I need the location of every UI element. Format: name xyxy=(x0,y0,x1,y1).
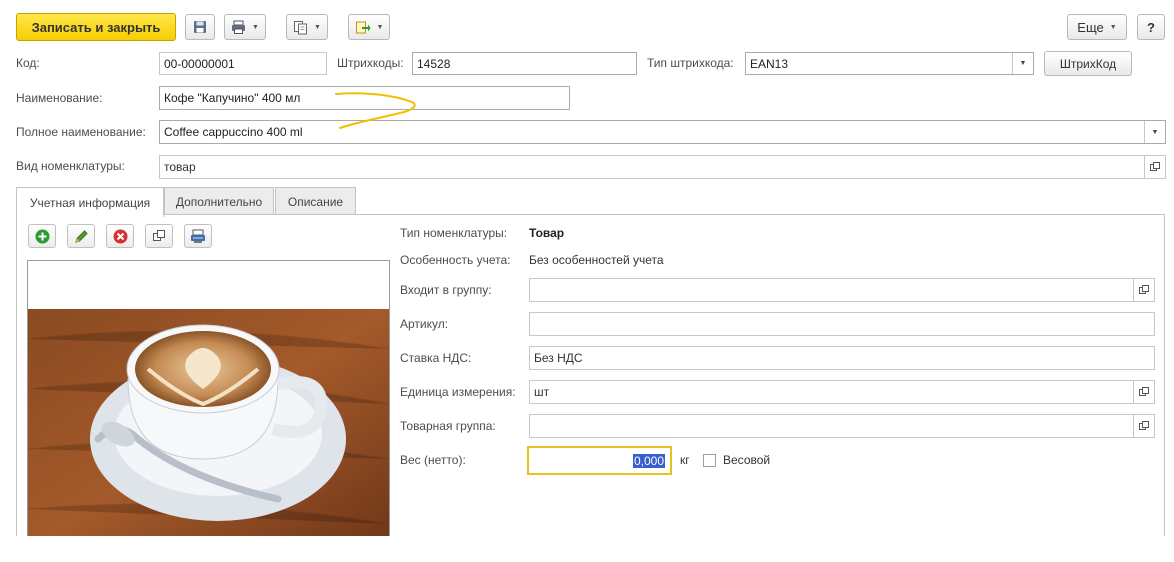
vat-field[interactable]: Без НДС xyxy=(529,346,1155,370)
weight-field[interactable]: 0,000 xyxy=(527,446,672,475)
delete-image-button[interactable] xyxy=(106,224,134,248)
vat-value: Без НДС xyxy=(534,351,583,365)
barcode-button-label: ШтрихКод xyxy=(1059,56,1117,71)
group-field[interactable] xyxy=(529,278,1155,302)
chevron-down-icon: ▼ xyxy=(314,23,321,31)
print-menu-button[interactable]: ▼ xyxy=(224,14,266,40)
save-button[interactable] xyxy=(185,14,215,40)
save-and-close-button[interactable]: Записать и закрыть xyxy=(16,13,176,41)
tab-additional[interactable]: Дополнительно xyxy=(164,187,274,215)
barcodes-label: Штрихкоды: xyxy=(337,56,404,70)
full-name-field[interactable]: Coffee cappuccino 400 ml ▼ xyxy=(159,120,1166,144)
tab-description[interactable]: Описание xyxy=(275,187,356,215)
code-field[interactable]: 00-00000001 xyxy=(159,52,327,75)
tab-label: Учетная информация xyxy=(29,195,151,210)
feature-value: Без особенностей учета xyxy=(529,253,664,267)
group-label: Входит в группу: xyxy=(400,283,492,297)
vat-label: Ставка НДС: xyxy=(400,351,472,365)
tab-accounting-info[interactable]: Учетная информация xyxy=(16,187,164,217)
scanner-icon xyxy=(191,229,205,243)
unit-field[interactable]: шт xyxy=(529,380,1155,404)
create-based-on-button[interactable]: ▼ xyxy=(286,14,328,40)
barcode-type-select[interactable]: EAN13 ▼ xyxy=(745,52,1034,75)
add-icon xyxy=(35,229,49,243)
pencil-icon xyxy=(74,229,88,243)
tab-label: Описание xyxy=(287,194,344,209)
barcode-button[interactable]: ШтрихКод xyxy=(1044,51,1132,76)
app-window: Записать и закрыть ▼ ▼ ▼ Еще ▼ ? Код: 00… xyxy=(0,0,1174,536)
chevron-down-icon: ▼ xyxy=(252,23,259,31)
chevron-down-icon: ▼ xyxy=(1109,23,1117,31)
open-icon[interactable] xyxy=(1133,381,1154,403)
help-button[interactable]: ? xyxy=(1137,14,1165,40)
save-and-close-label: Записать и закрыть xyxy=(31,19,161,35)
weight-value: 0,000 xyxy=(632,453,665,468)
dropdown-arrow-icon[interactable]: ▼ xyxy=(1012,53,1033,74)
chevron-down-icon: ▼ xyxy=(376,23,384,31)
barcodes-field[interactable]: 14528 xyxy=(412,52,637,75)
more-menu-label: Еще xyxy=(1077,19,1104,35)
barcode-type-label: Тип штрихкода: xyxy=(647,56,734,70)
weighted-label: Весовой xyxy=(723,453,771,467)
more-menu-button[interactable]: Еще ▼ xyxy=(1067,14,1127,40)
open-icon xyxy=(153,230,165,241)
add-image-button[interactable] xyxy=(28,224,56,248)
article-label: Артикул: xyxy=(400,317,449,331)
scan-image-button[interactable] xyxy=(184,224,212,248)
weight-unit: кг xyxy=(680,453,690,467)
unit-value: шт xyxy=(534,385,550,399)
code-value: 00-00000001 xyxy=(164,56,235,71)
tab-label: Дополнительно xyxy=(175,194,263,209)
product-group-field[interactable] xyxy=(529,414,1155,438)
type-value: Товар xyxy=(529,226,565,240)
open-icon[interactable] xyxy=(1133,415,1154,437)
open-icon[interactable] xyxy=(1133,279,1154,301)
product-group-label: Товарная группа: xyxy=(400,419,496,433)
barcodes-value: 14528 xyxy=(417,56,451,71)
product-photo xyxy=(28,309,389,536)
help-label: ? xyxy=(1147,19,1155,35)
kind-field[interactable]: товар xyxy=(159,155,1166,179)
kind-value: товар xyxy=(164,160,196,174)
code-label: Код: xyxy=(16,56,40,70)
name-label: Наименование: xyxy=(16,91,103,105)
documents-icon xyxy=(294,20,308,34)
delete-icon xyxy=(113,229,127,243)
type-label: Тип номенклатуры: xyxy=(400,226,508,240)
article-field[interactable] xyxy=(529,312,1155,336)
generate-menu-button[interactable]: ▼ xyxy=(348,14,390,40)
name-value: Кофе "Капучино" 400 мл xyxy=(164,91,301,105)
weight-label: Вес (нетто): xyxy=(400,453,466,467)
printer-icon xyxy=(232,20,246,34)
dropdown-arrow-icon[interactable]: ▼ xyxy=(1144,121,1165,143)
image-frame xyxy=(27,260,390,536)
full-name-label: Полное наименование: xyxy=(16,125,146,139)
open-icon[interactable] xyxy=(1144,156,1165,178)
floppy-disk-icon xyxy=(194,21,206,33)
edit-image-button[interactable] xyxy=(67,224,95,248)
document-arrow-icon xyxy=(355,21,371,33)
annotation-scribble xyxy=(335,92,416,129)
full-name-value: Coffee cappuccino 400 ml xyxy=(164,125,303,139)
unit-label: Единица измерения: xyxy=(400,385,516,399)
weighted-checkbox[interactable] xyxy=(703,454,716,467)
open-image-button[interactable] xyxy=(145,224,173,248)
feature-label: Особенность учета: xyxy=(400,253,511,267)
barcode-type-value: EAN13 xyxy=(750,56,789,71)
kind-label: Вид номенклатуры: xyxy=(16,159,125,173)
